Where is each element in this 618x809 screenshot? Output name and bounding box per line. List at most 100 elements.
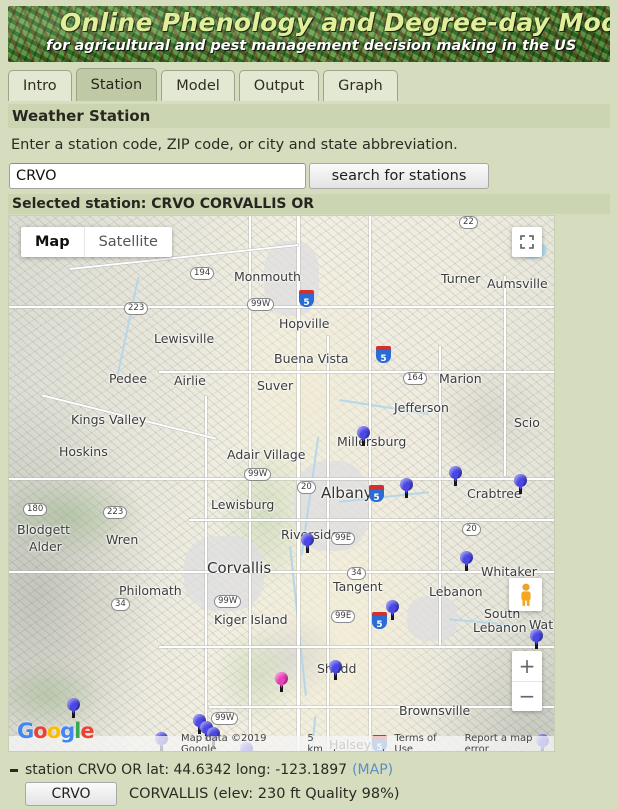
selected-station-bar: Selected station: CRVO CORVALLIS OR <box>8 194 610 214</box>
zoom-in-button[interactable]: + <box>512 651 542 682</box>
site-banner: Online Phenology and Degree-day Models f… <box>8 6 610 62</box>
interstate-shield: 5 <box>372 612 387 630</box>
tab-model[interactable]: Model <box>161 70 235 101</box>
route-shield: 99W <box>211 712 239 725</box>
map-type-control[interactable]: Map Satellite <box>21 227 172 257</box>
collapse-toggle-icon[interactable] <box>10 768 18 772</box>
map-marker[interactable] <box>400 478 413 498</box>
map-place-label: Pedee <box>109 371 148 386</box>
map-place-label: Jefferson <box>394 400 449 415</box>
route-shield: 223 <box>124 302 149 315</box>
map-place-label: Alder <box>29 539 62 554</box>
map-place-label: Kiger Island <box>214 612 288 627</box>
search-for-stations-button[interactable]: search for stations <box>309 163 489 189</box>
map-marker[interactable] <box>357 426 370 446</box>
map-marker[interactable] <box>530 629 543 649</box>
map-marker[interactable] <box>449 466 462 486</box>
map-scale-bar <box>333 748 385 751</box>
page-root: Online Phenology and Degree-day Models f… <box>0 0 618 809</box>
route-shield: 99E <box>331 532 356 545</box>
map-place-label: Monmouth <box>234 269 301 284</box>
road <box>189 519 554 521</box>
map-place-label: Corvallis <box>207 559 272 577</box>
station-result-row: CRVO CORVALLIS (elev: 230 ft Quality 98%… <box>25 782 400 806</box>
google-logo: Google <box>17 719 95 743</box>
map-place-label: Whitaker <box>481 564 537 579</box>
road <box>209 706 554 708</box>
fullscreen-icon[interactable] <box>512 227 542 257</box>
main-tabs: Intro Station Model Output Graph <box>8 64 610 101</box>
map-place-label: Kings Valley <box>71 412 147 427</box>
map-place-label: Wren <box>106 532 139 547</box>
banner-title: Online Phenology and Degree-day Models <box>60 8 610 37</box>
route-shield: 34 <box>347 567 366 580</box>
map-marker[interactable] <box>329 660 342 680</box>
map-scale: 5 km <box>307 732 385 752</box>
station-search-row: search for stations <box>9 163 489 189</box>
route-shield: 99E <box>331 610 356 623</box>
map-place-label: Lewisville <box>154 331 215 346</box>
station-description: CORVALLIS (elev: 230 ft Quality 98%) <box>129 786 400 802</box>
route-shield: 20 <box>297 481 316 494</box>
station-code-button[interactable]: CRVO <box>25 782 117 806</box>
map-marker[interactable] <box>460 551 473 571</box>
banner-subtitle: for agricultural and pest management dec… <box>46 38 577 54</box>
map-data-attribution: Map data ©2019 Google <box>181 732 267 752</box>
tab-output[interactable]: Output <box>238 70 320 101</box>
map-place-label: Albany <box>321 484 373 502</box>
station-result-line: station CRVO OR lat: 44.6342 long: -123.… <box>10 762 393 778</box>
map-place-label: Marion <box>439 371 482 386</box>
tab-intro[interactable]: Intro <box>8 70 72 101</box>
terms-of-use-link[interactable]: Terms of Use <box>394 733 454 752</box>
map-place-label: Turner <box>441 271 481 286</box>
report-map-error-link[interactable]: Report a map error <box>465 733 554 752</box>
map-place-label: Tangent <box>333 579 383 594</box>
map-place-label: Adair Village <box>227 447 306 462</box>
route-shield: 164 <box>403 372 428 385</box>
zoom-control[interactable]: + − <box>512 651 542 711</box>
route-shield: 20 <box>462 523 481 536</box>
map-marker[interactable] <box>514 474 527 494</box>
tab-station[interactable]: Station <box>75 68 158 101</box>
road <box>159 371 554 373</box>
station-result-text: station CRVO OR lat: 44.6342 long: -123.… <box>25 762 348 778</box>
road <box>9 306 554 308</box>
google-map[interactable]: Monmouth Lewisville Pedee Airlie Suver Hopvil… <box>8 215 555 752</box>
street-view-pegman-icon[interactable] <box>509 578 542 611</box>
tab-graph[interactable]: Graph <box>323 70 398 101</box>
map-marker-selected[interactable] <box>275 672 288 692</box>
page-title: Weather Station <box>8 104 610 128</box>
map-place-label: Hoskins <box>59 444 108 459</box>
map-place-label: Scio <box>514 415 540 430</box>
road <box>249 216 251 751</box>
map-place-label: Blodgett <box>17 522 71 537</box>
search-input[interactable] <box>9 163 306 189</box>
map-place-label: Suver <box>257 378 294 393</box>
map-place-label: Hopville <box>279 316 330 331</box>
map-place-label: Philomath <box>119 583 182 598</box>
map-type-map-button[interactable]: Map <box>21 227 84 257</box>
route-shield: 34 <box>111 598 130 611</box>
road <box>327 336 329 751</box>
map-type-satellite-button[interactable]: Satellite <box>83 227 172 257</box>
road <box>159 646 554 648</box>
map-place-label: Lebanon <box>429 584 483 599</box>
map-marker[interactable] <box>386 600 399 620</box>
route-shield: 194 <box>190 267 215 280</box>
zoom-out-button[interactable]: − <box>512 682 542 712</box>
map-place-label: Aumsville <box>487 276 548 291</box>
map-link[interactable]: (MAP) <box>352 762 393 778</box>
map-place-label: Crabtree <box>467 486 522 501</box>
route-shield: 99W <box>244 468 272 481</box>
route-shield: 180 <box>23 503 48 516</box>
map-marker[interactable] <box>67 698 80 718</box>
route-shield: 99W <box>214 595 242 608</box>
route-shield: 22 <box>459 216 478 229</box>
map-marker[interactable] <box>301 533 314 553</box>
map-place-label: Lebanon <box>473 620 527 635</box>
search-instructions: Enter a station code, ZIP code, or city … <box>11 137 458 153</box>
map-scale-label: 5 km <box>307 732 323 752</box>
road <box>9 571 554 573</box>
route-shield: 99W <box>247 298 275 311</box>
interstate-shield: 5 <box>299 290 314 308</box>
